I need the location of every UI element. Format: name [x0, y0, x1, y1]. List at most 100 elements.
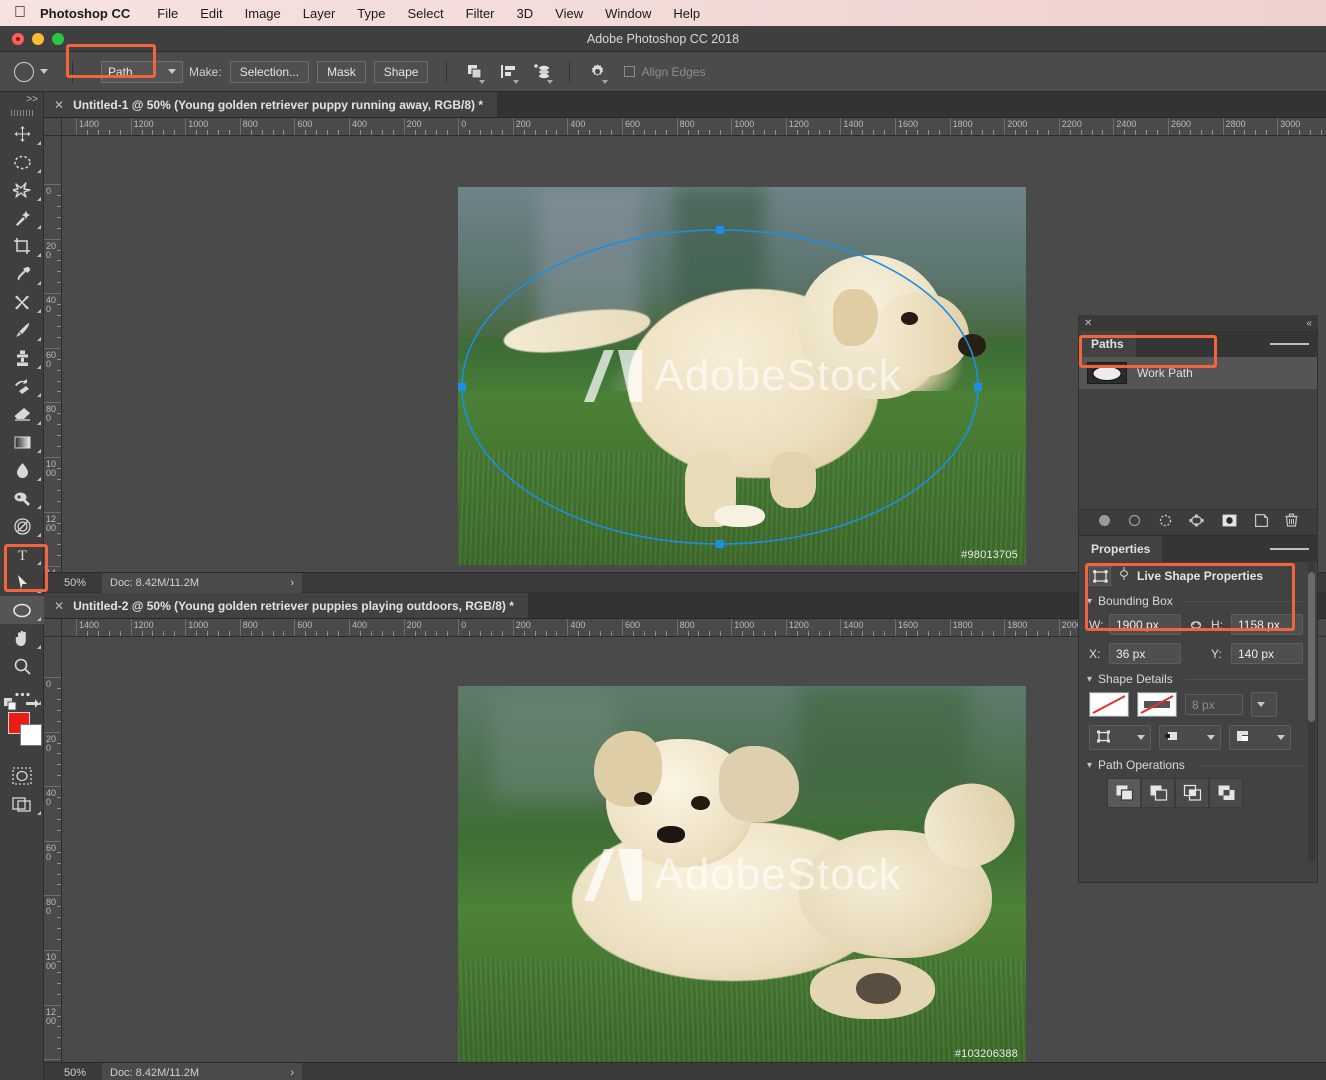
stroke-width-input[interactable]: 8 px [1185, 694, 1243, 715]
tool-magic-wand[interactable] [0, 204, 44, 232]
close-icon[interactable]: ✕ [1084, 318, 1092, 329]
tool-spot-healing-brush[interactable] [0, 288, 44, 316]
close-icon[interactable]: ✕ [54, 599, 64, 613]
delete-path-icon[interactable] [1285, 513, 1298, 532]
y-input[interactable]: 140 px [1231, 643, 1303, 664]
tool-crop[interactable] [0, 232, 44, 260]
vertical-ruler-1[interactable]: 02004006008001000120014 [44, 136, 62, 572]
status-expand-icon[interactable]: › [290, 1067, 294, 1079]
make-mask-button[interactable]: Mask [317, 60, 366, 83]
menu-help[interactable]: Help [662, 6, 711, 21]
minimize-window-button[interactable] [32, 33, 44, 45]
menu-view[interactable]: View [544, 6, 594, 21]
tool-zoom[interactable] [0, 652, 44, 680]
tool-ellipse[interactable] [0, 596, 44, 624]
status-expand-icon[interactable]: › [290, 577, 294, 589]
document-tab-1[interactable]: ✕ Untitled-1 @ 50% (Young golden retriev… [44, 92, 498, 117]
align-edges-checkbox[interactable]: Align Edges [624, 65, 705, 79]
tool-brush[interactable] [0, 316, 44, 344]
menu-image[interactable]: Image [234, 6, 292, 21]
panel-menu-icon[interactable] [1270, 536, 1317, 562]
stroke-swatch-none-icon[interactable] [1137, 692, 1177, 717]
close-icon[interactable]: ✕ [54, 98, 64, 112]
close-window-button[interactable] [12, 33, 24, 45]
exclude-overlapping-shapes-icon[interactable] [1209, 778, 1243, 808]
stroke-width-dropdown[interactable] [1251, 692, 1277, 717]
collapse-toolbar-button[interactable]: >> [0, 92, 43, 106]
maximize-window-button[interactable] [52, 33, 64, 45]
doc-size-1[interactable]: Doc: 8.42M/11.2M › [102, 572, 302, 593]
menu-window[interactable]: Window [594, 6, 662, 21]
tool-type[interactable]: T [0, 540, 44, 568]
panel-menu-icon[interactable] [1270, 331, 1317, 357]
menu-select[interactable]: Select [396, 6, 454, 21]
x-input[interactable]: 36 px [1109, 643, 1181, 664]
new-path-icon[interactable] [1254, 513, 1268, 532]
toolbar-drag-handle[interactable] [0, 106, 43, 120]
paths-list-body[interactable] [1079, 389, 1317, 509]
tool-dodge[interactable] [0, 484, 44, 512]
fill-swatch-none-icon[interactable] [1089, 692, 1129, 717]
gear-icon[interactable] [584, 59, 610, 85]
zoom-level-2[interactable]: 50% [44, 1067, 102, 1079]
collapse-panel-icon[interactable]: « [1306, 318, 1312, 329]
shape-details-section-header[interactable]: ▾ Shape Details [1079, 668, 1317, 688]
tool-move[interactable] [0, 120, 44, 148]
tool-mode-select[interactable]: Path [101, 60, 183, 83]
load-selection-icon[interactable] [1159, 514, 1172, 532]
background-color-swatch[interactable] [20, 724, 42, 746]
quick-mask-icon[interactable] [0, 762, 44, 790]
make-selection-button[interactable]: Selection... [229, 60, 310, 83]
make-work-path-icon[interactable] [1189, 514, 1205, 532]
combine-shapes-icon[interactable] [1107, 778, 1141, 808]
fill-path-icon[interactable] [1098, 514, 1111, 532]
shape-link-icon[interactable] [1119, 566, 1129, 586]
menu-edit[interactable]: Edit [189, 6, 233, 21]
apple-logo-icon[interactable]:  [14, 5, 26, 21]
tool-lasso[interactable] [0, 176, 44, 204]
menu-filter[interactable]: Filter [455, 6, 506, 21]
tool-preset-picker[interactable] [14, 61, 48, 82]
make-shape-button[interactable]: Shape [373, 60, 429, 83]
tool-eraser[interactable] [0, 400, 44, 428]
menu-file[interactable]: File [146, 6, 189, 21]
stroke-cap-dropdown[interactable] [1229, 725, 1291, 750]
screen-mode-icon[interactable] [0, 790, 44, 818]
tool-history-brush[interactable] [0, 372, 44, 400]
horizontal-ruler-1[interactable]: 1400 1200 1000 800 600 400 200 0 200 400 600 800 100… [62, 118, 1326, 136]
height-input[interactable]: 1158 px [1231, 614, 1303, 635]
path-operations-icon[interactable] [461, 59, 487, 85]
tool-elliptical-marquee[interactable] [0, 148, 44, 176]
live-shape-icon[interactable] [1089, 566, 1111, 586]
path-alignment-icon[interactable] [495, 59, 521, 85]
tab-properties[interactable]: Properties [1079, 536, 1163, 562]
document-1-image[interactable]: AdobeStock #98013705 [458, 187, 1026, 565]
properties-scrollbar[interactable] [1308, 562, 1315, 862]
stroke-align-dropdown[interactable] [1159, 725, 1221, 750]
menu-app-name[interactable]: Photoshop CC [40, 6, 146, 21]
work-path-row[interactable]: Work Path [1079, 357, 1317, 389]
bounding-box-section-header[interactable]: ▾ Bounding Box [1079, 590, 1317, 610]
tool-eyedropper[interactable] [0, 260, 44, 288]
tool-pen[interactable] [0, 512, 44, 540]
tool-hand[interactable] [0, 624, 44, 652]
vertical-ruler-2[interactable]: 02004006008001000120014 [44, 637, 62, 1062]
stroke-path-icon[interactable] [1128, 514, 1141, 532]
menu-3d[interactable]: 3D [506, 6, 545, 21]
path-operations-section-header[interactable]: ▾ Path Operations [1079, 754, 1317, 774]
stroke-type-dropdown[interactable] [1089, 725, 1151, 750]
add-mask-icon[interactable] [1222, 514, 1237, 532]
menu-type[interactable]: Type [346, 6, 396, 21]
document-2-image[interactable]: AdobeStock #103206388 [458, 686, 1026, 1062]
subtract-front-shape-icon[interactable] [1141, 778, 1175, 808]
doc-size-2[interactable]: Doc: 8.42M/11.2M › [102, 1062, 302, 1080]
tool-path-selection[interactable] [0, 568, 44, 596]
intersect-shape-areas-icon[interactable] [1175, 778, 1209, 808]
zoom-level-1[interactable]: 50% [44, 577, 102, 589]
width-input[interactable]: 1900 px [1109, 614, 1181, 635]
document-tab-2[interactable]: ✕ Untitled-2 @ 50% (Young golden retriev… [44, 593, 528, 618]
menu-layer[interactable]: Layer [292, 6, 347, 21]
tool-clone-stamp[interactable] [0, 344, 44, 372]
tool-blur[interactable] [0, 456, 44, 484]
link-wh-icon[interactable] [1187, 620, 1205, 630]
